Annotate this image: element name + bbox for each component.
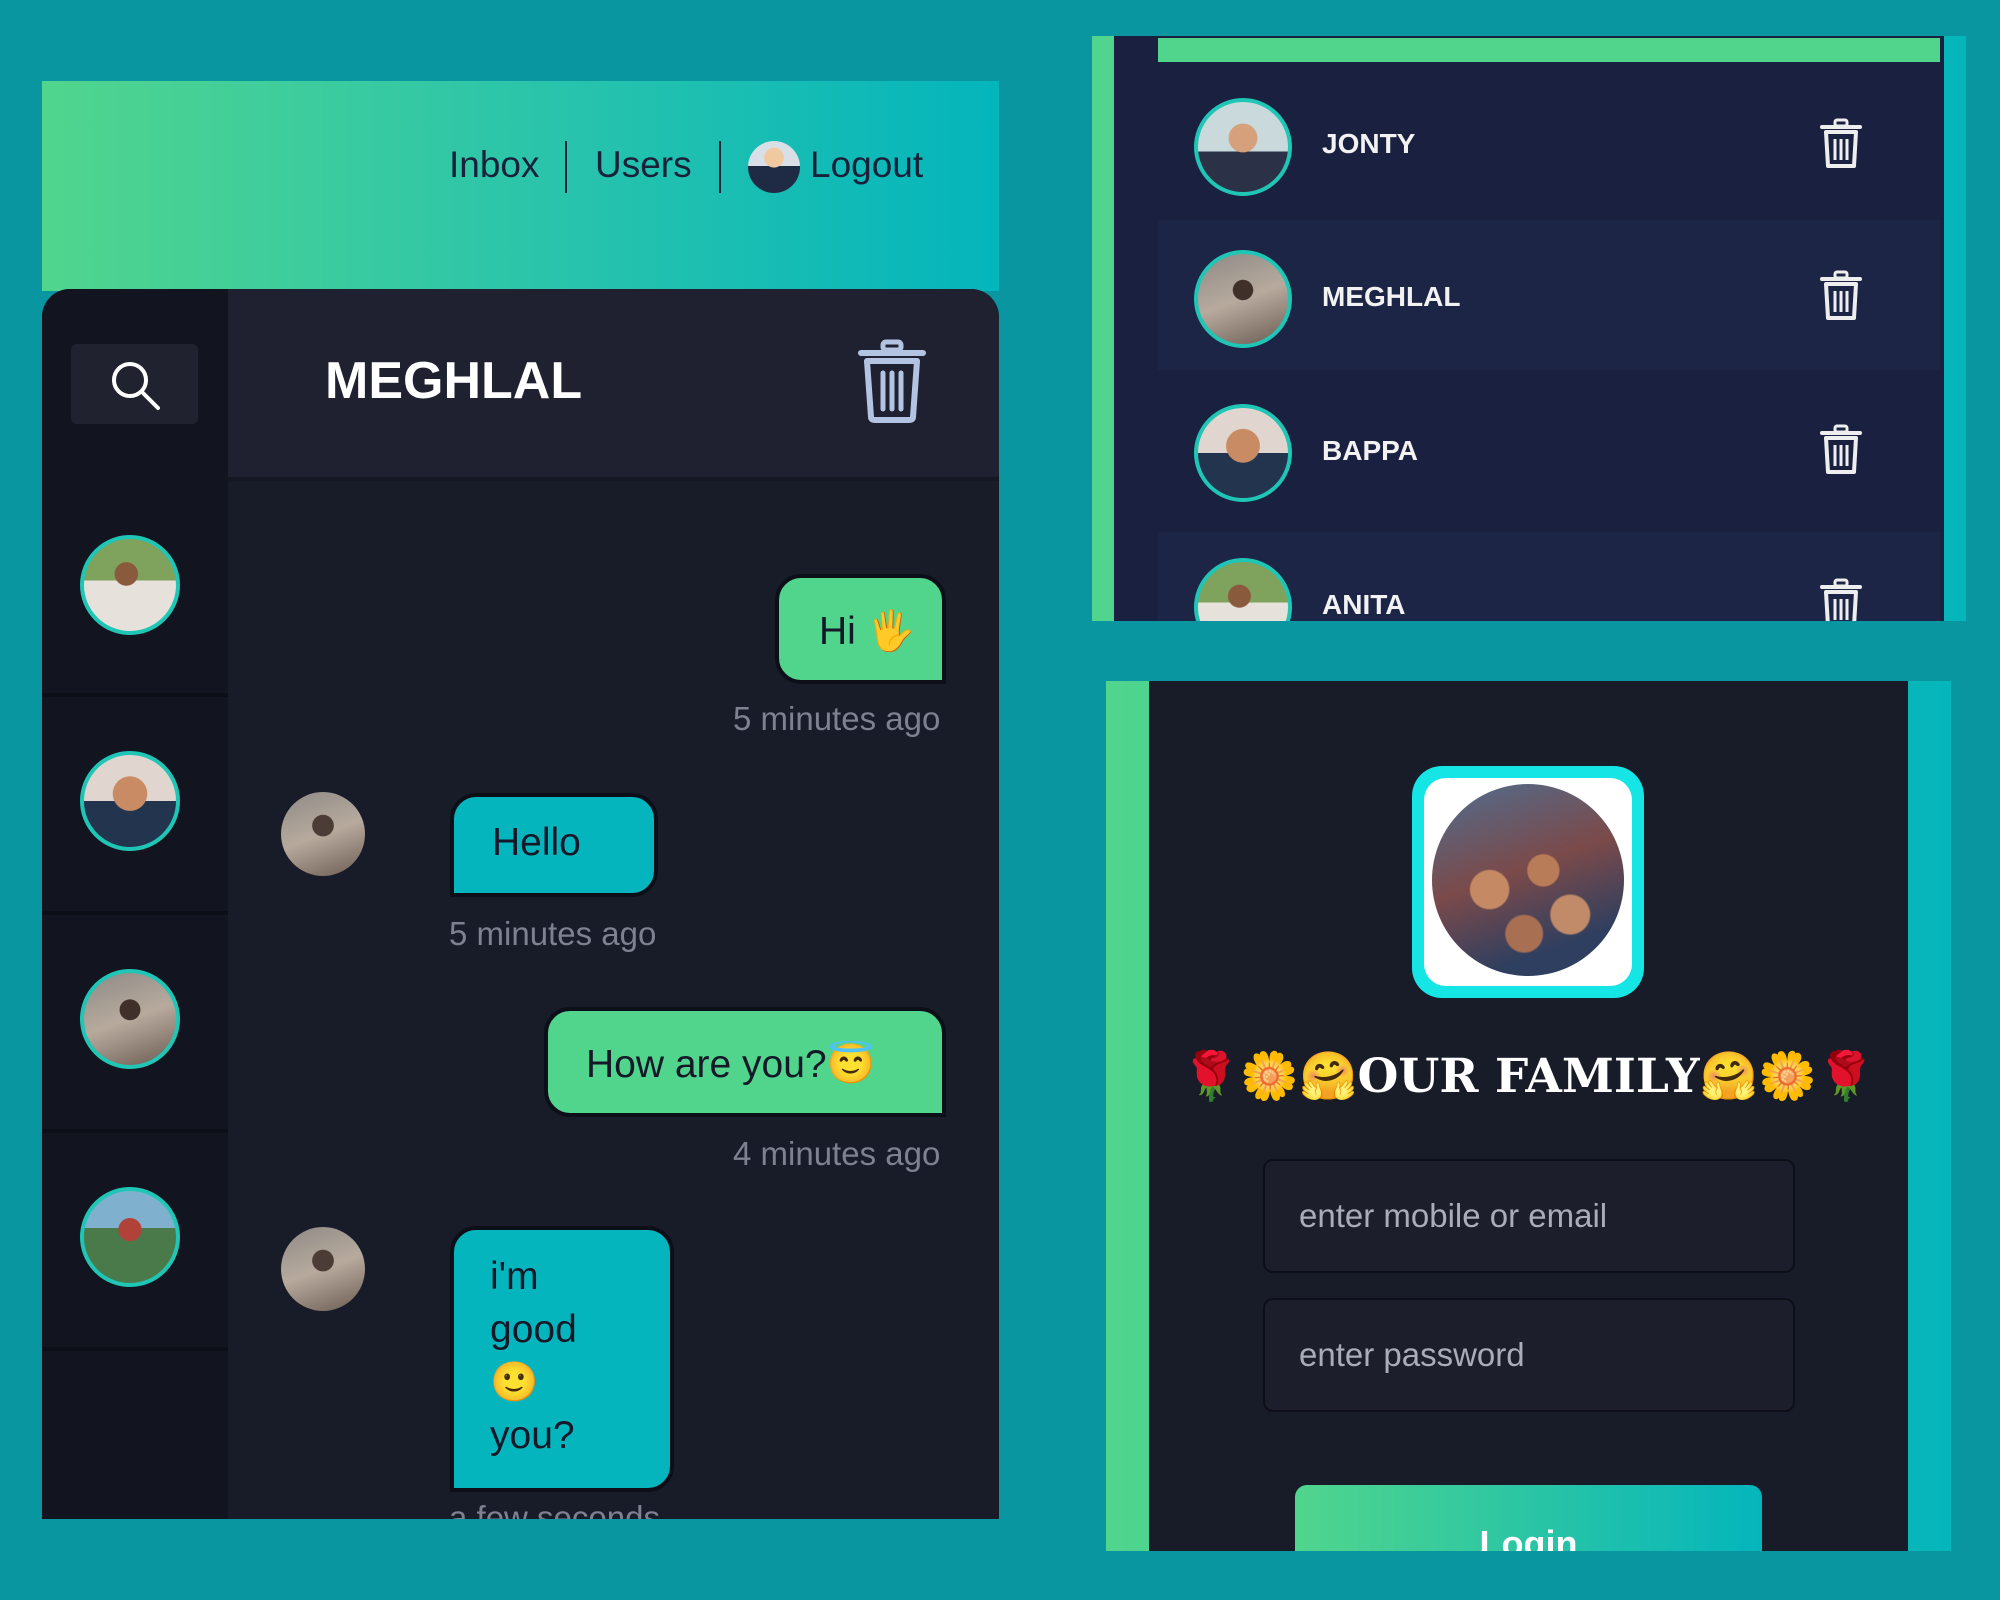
message-line: you?: [490, 1414, 575, 1457]
search-button[interactable]: [71, 344, 198, 424]
nav-logout-link[interactable]: Logout: [810, 141, 923, 189]
user-row[interactable]: ANITA: [1158, 532, 1940, 621]
message-bubble-outgoing: Hi 🖐: [775, 574, 946, 684]
current-user-avatar[interactable]: [748, 141, 800, 193]
users-list: JONTY MEGHLAL BAPPA ANITA: [1114, 36, 1944, 621]
message-line: 🙂: [490, 1361, 539, 1404]
conversation-header: MEGHLAL: [228, 289, 999, 481]
message-timestamp: 5 minutes ago: [449, 915, 657, 952]
sender-avatar: [281, 792, 365, 876]
delete-user-icon[interactable]: [1819, 118, 1863, 170]
message-timestamp: a few seconds: [449, 1499, 660, 1519]
user-row[interactable]: JONTY: [1158, 66, 1940, 216]
contact-avatar: [80, 969, 180, 1069]
nav-divider: [719, 141, 721, 193]
delete-conversation-icon[interactable]: [856, 339, 928, 423]
user-name: ANITA: [1322, 589, 1406, 620]
message-bubble-incoming: Hello: [450, 793, 658, 897]
contact-item[interactable]: [42, 479, 228, 697]
users-panel: JONTY MEGHLAL BAPPA ANITA: [1092, 36, 1966, 621]
delete-user-icon[interactable]: [1819, 270, 1863, 322]
message-line: i'm: [490, 1255, 539, 1298]
user-name: BAPPA: [1322, 435, 1418, 466]
password-input[interactable]: [1263, 1298, 1795, 1412]
user-row[interactable]: BAPPA: [1158, 376, 1940, 526]
contact-item[interactable]: [42, 697, 228, 915]
contact-item[interactable]: [42, 915, 228, 1133]
contact-avatar: [80, 751, 180, 851]
message-timestamp: 5 minutes ago: [733, 700, 941, 737]
family-photo: [1432, 784, 1624, 976]
contact-item[interactable]: [42, 1133, 228, 1351]
message-line: good: [490, 1308, 577, 1351]
users-topbar: [1158, 38, 1940, 62]
user-name: MEGHLAL: [1322, 281, 1461, 312]
contact-avatar: [80, 535, 180, 635]
contact-rail: [42, 289, 228, 1519]
login-card: 🌹🌼🤗OUR FAMILY🤗🌼🌹 Login: [1149, 681, 1908, 1551]
delete-user-icon[interactable]: [1819, 578, 1863, 621]
login-panel: 🌹🌼🤗OUR FAMILY🤗🌼🌹 Login: [1106, 681, 1951, 1551]
message-bubble-outgoing: How are you?😇: [544, 1007, 946, 1117]
chat-header: Inbox Users Logout: [42, 81, 999, 291]
message-timestamp: 4 minutes ago: [733, 1135, 941, 1172]
nav-inbox-link[interactable]: Inbox: [449, 141, 540, 189]
contact-avatar: [80, 1187, 180, 1287]
sender-avatar: [281, 1227, 365, 1311]
user-avatar: [1194, 98, 1292, 196]
delete-user-icon[interactable]: [1819, 424, 1863, 476]
chat-body: MEGHLAL Hi 🖐 5 minutes ago Hello 5 minut…: [42, 289, 999, 1519]
chat-panel: Inbox Users Logout MEGHLAL Hi 🖐 5 minute…: [42, 81, 999, 1519]
conversation-title: MEGHLAL: [325, 352, 583, 410]
user-avatar: [1194, 558, 1292, 621]
search-icon: [112, 362, 160, 410]
identifier-input[interactable]: [1263, 1159, 1795, 1273]
family-photo-frame: [1412, 766, 1644, 998]
user-name: JONTY: [1322, 128, 1416, 159]
user-avatar: [1194, 404, 1292, 502]
user-avatar: [1194, 250, 1292, 348]
family-title: 🌹🌼🤗OUR FAMILY🤗🌼🌹: [1181, 1049, 1876, 1104]
login-button[interactable]: Login: [1295, 1485, 1762, 1551]
nav-divider: [565, 141, 567, 193]
nav-users-link[interactable]: Users: [595, 141, 692, 189]
user-row[interactable]: MEGHLAL: [1158, 220, 1940, 370]
message-bubble-incoming: i'm good 🙂 you?: [450, 1226, 674, 1492]
